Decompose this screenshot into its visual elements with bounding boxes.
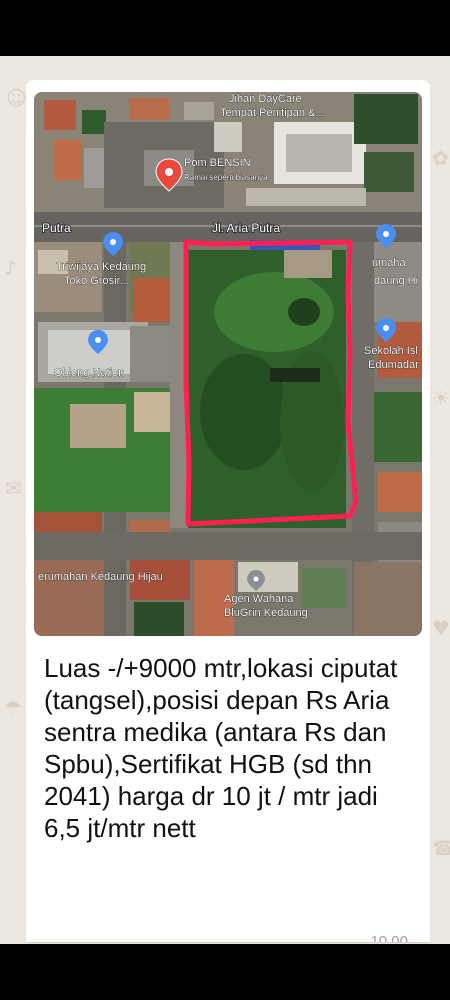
doodle-icon: ☺ <box>6 86 27 110</box>
map-label-perumahan-bottom: erumahan Kedaung Hijau <box>38 571 163 583</box>
map-label-pom-sub: Ramai seperti biasanya <box>184 173 268 182</box>
map-label-sekolah: Sekolah Isl <box>364 345 418 357</box>
message-bubble[interactable]: Jihan DayCare Tempat Penitipan &... Pom … <box>26 80 430 942</box>
map-label-sekolah-sub: Edumadar <box>368 359 419 371</box>
doodle-icon: ☀ <box>432 386 450 410</box>
doodle-icon: ☎ <box>432 836 450 860</box>
doodle-icon: ♪ <box>4 256 17 280</box>
road-label-aria-putra: Jl. Aria Putra <box>212 221 280 235</box>
map-label-perumahan-right-sub: daung Hi <box>374 275 418 287</box>
map-label-daycare: Jihan DayCare <box>229 93 302 105</box>
message-text: Luas -/+9000 mtr,lokasi ciputat (tangsel… <box>44 653 398 843</box>
satellite-map-image[interactable]: Jihan DayCare Tempat Penitipan &... Pom … <box>34 92 422 636</box>
doodle-icon: ✿ <box>432 146 449 170</box>
road-label-putra: Putra <box>42 221 71 235</box>
map-label-oblong-nation: Oblong Nation <box>54 367 124 379</box>
map-label-agen: Agen Wahana <box>224 593 294 605</box>
map-label-pom-bensin: Pom BENSIN <box>184 157 251 169</box>
map-label-toko-grosir: Toko Grosir... <box>64 275 129 287</box>
map-label-perumahan-right: umaha <box>372 257 407 269</box>
map-label-agen-sub: BluGrin Kedaung <box>224 607 308 619</box>
message-time: 10.00 <box>370 933 408 942</box>
map-label-triwijaya: Triwijaya Kedaung <box>56 261 146 273</box>
doodle-icon: ✉ <box>5 476 22 500</box>
doodle-icon: ♥ <box>432 616 450 640</box>
map-label-daycare-sub: Tempat Penitipan &... <box>220 107 325 119</box>
satellite-map: Jihan DayCare Tempat Penitipan &... Pom … <box>34 92 422 636</box>
doodle-icon: ☂ <box>4 696 22 720</box>
